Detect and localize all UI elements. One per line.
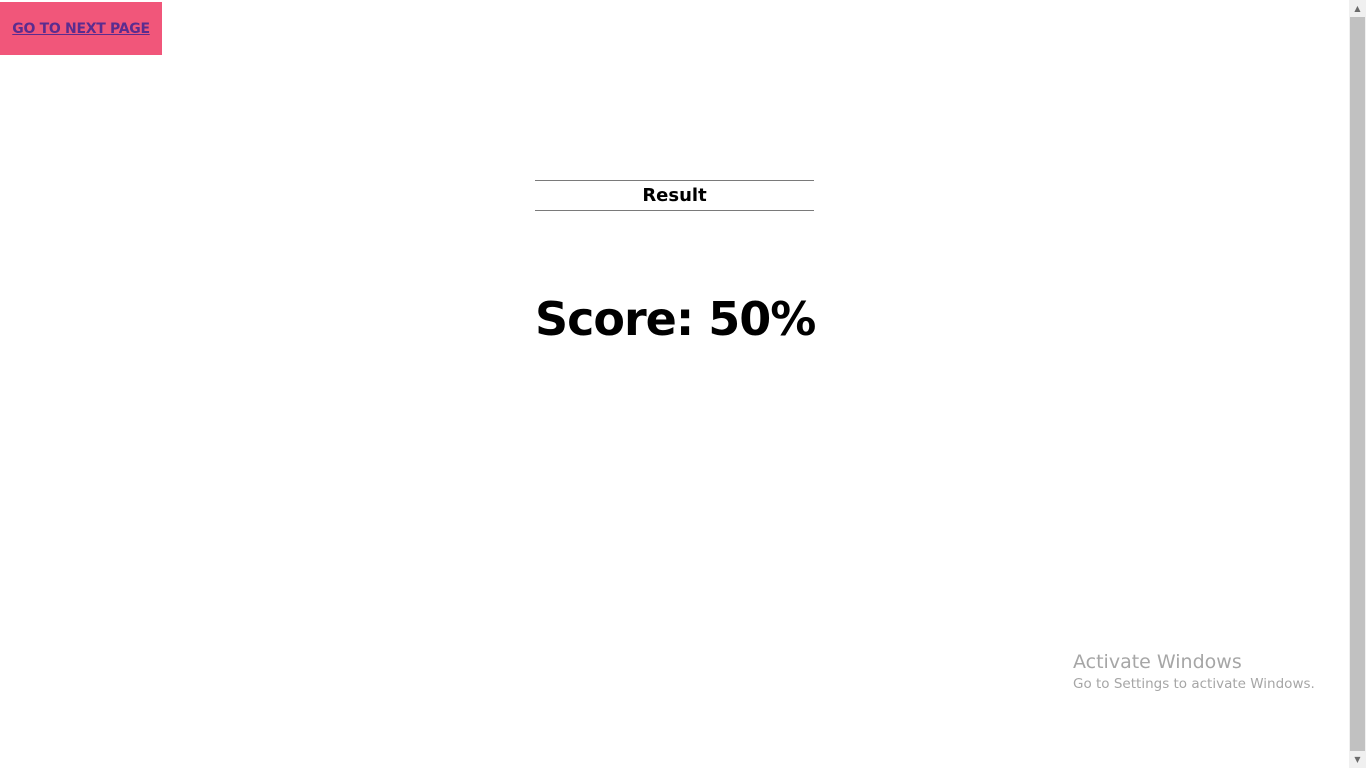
watermark-subtitle: Go to Settings to activate Windows. <box>1073 676 1315 692</box>
next-page-link[interactable]: GO TO NEXT PAGE <box>12 21 150 37</box>
watermark-title: Activate Windows <box>1073 651 1242 673</box>
activate-windows-watermark: Activate Windows Go to Settings to activ… <box>1073 650 1315 694</box>
score-text: Score: 50% <box>535 292 816 346</box>
scroll-up-icon[interactable]: ▲ <box>1349 0 1366 17</box>
vertical-scrollbar[interactable]: ▲ ▼ <box>1349 0 1366 768</box>
scrollbar-thumb[interactable] <box>1350 17 1365 751</box>
scroll-down-icon[interactable]: ▼ <box>1349 751 1366 768</box>
result-heading: Result <box>642 185 707 206</box>
next-page-button-container[interactable]: GO TO NEXT PAGE <box>0 2 162 55</box>
result-header: Result <box>535 180 814 211</box>
page: GO TO NEXT PAGE Result Score: 50% Activa… <box>0 0 1366 768</box>
